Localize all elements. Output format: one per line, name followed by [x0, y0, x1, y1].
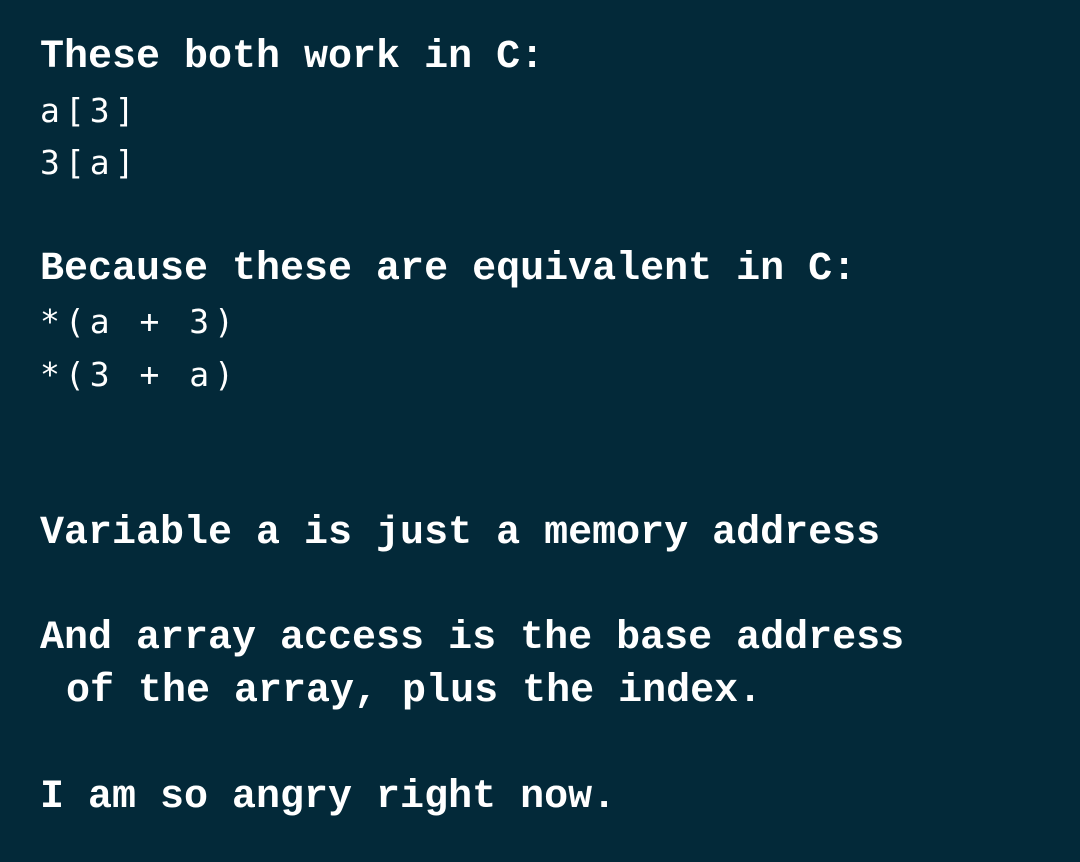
heading-equivalent: Because these are equivalent in C: — [40, 247, 857, 292]
statement-angry: I am so angry right now. — [40, 775, 617, 820]
statement-memory-address: Variable a is just a memory address — [40, 511, 881, 556]
text-post: These both work in C: a[3] 3[a] Because … — [0, 0, 1080, 862]
code-line-deref-a-plus-3: *(a + 3) — [40, 302, 239, 341]
code-line-index-a: 3[a] — [40, 143, 140, 182]
statement-array-access-line2: of the array, plus the index. — [66, 669, 763, 714]
code-line-deref-3-plus-a: *(3 + a) — [40, 355, 239, 394]
heading-both-work: These both work in C: — [40, 35, 545, 80]
code-line-a-index: a[3] — [40, 91, 140, 130]
statement-array-access-line1: And array access is the base address — [40, 616, 905, 661]
